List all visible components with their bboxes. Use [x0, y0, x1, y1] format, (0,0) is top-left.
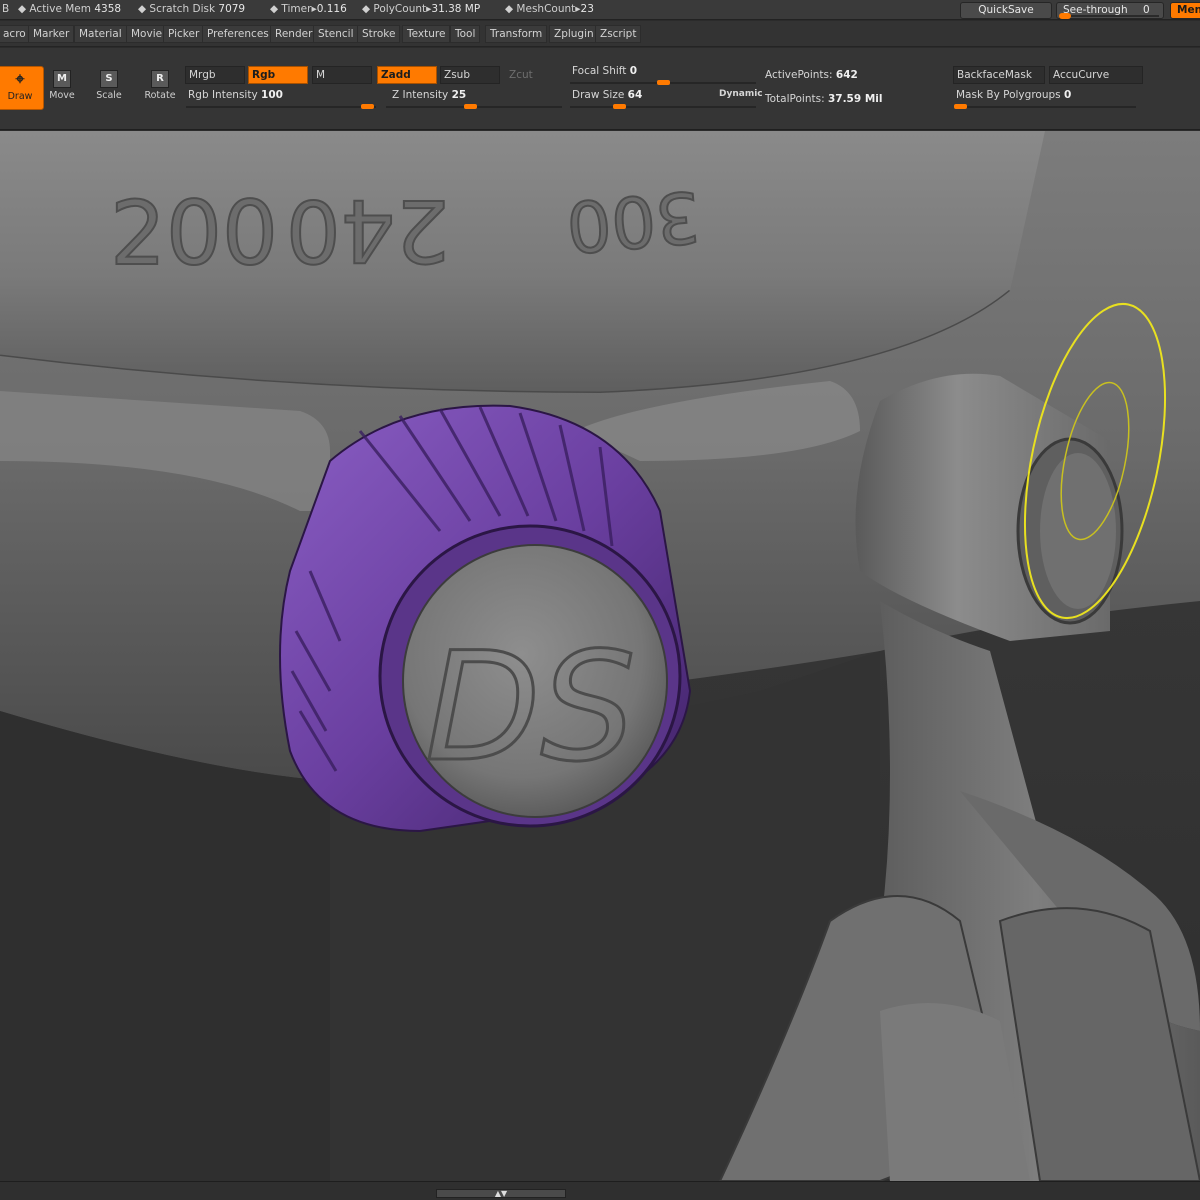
draw-label: Draw [7, 91, 33, 102]
scale-icon: S [100, 70, 118, 88]
menu-tool[interactable]: Tool [450, 25, 481, 43]
zsub-button[interactable]: Zsub [440, 66, 500, 84]
menu-stencil[interactable]: Stencil [313, 25, 359, 43]
move-icon: M [53, 70, 71, 88]
zadd-button[interactable]: Zadd [377, 66, 437, 84]
rotate-icon: R [151, 70, 169, 88]
status-b: B [2, 3, 10, 15]
menu-stroke[interactable]: Stroke [357, 25, 401, 43]
mrgb-button[interactable]: Mrgb [185, 66, 245, 84]
menu-movie[interactable]: Movie [126, 25, 168, 43]
menu-bar: acro Marker Material Movie Picker Prefer… [0, 21, 1200, 47]
draw-size-track[interactable] [570, 106, 756, 108]
menu-picker[interactable]: Picker [163, 25, 205, 43]
status-timer: ◆ Timer▸0.116 [270, 3, 347, 15]
bezel-number-240: 240 [286, 180, 450, 280]
menu-material[interactable]: Material [74, 25, 127, 43]
rotate-label: Rotate [144, 90, 176, 101]
mask-polygroups-track[interactable] [954, 106, 1136, 108]
move-label: Move [49, 90, 75, 101]
status-scratch-disk: ◆ Scratch Disk 7079 [138, 3, 246, 15]
bezel-number-300: 300 [563, 175, 703, 268]
z-intensity-label[interactable]: Z Intensity 25 [392, 89, 466, 101]
tool-shelf: ⌖ Draw M Move S Scale R Rotate Mrgb Rgb … [0, 48, 1200, 130]
m-button[interactable]: M [312, 66, 372, 84]
focal-shift-knob[interactable] [657, 80, 670, 85]
zcut-button[interactable]: Zcut [505, 66, 561, 84]
z-intensity-knob[interactable] [464, 104, 477, 109]
rgb-intensity-label[interactable]: Rgb Intensity 100 [188, 89, 283, 101]
scale-label: Scale [96, 90, 122, 101]
menu-marker[interactable]: Marker [28, 25, 75, 43]
status-polycount: ◆ PolyCount▸31.38 MP [362, 3, 481, 15]
see-through-track[interactable] [1059, 15, 1159, 17]
bottom-tray: ▲▼ [0, 1181, 1200, 1200]
menu-texture[interactable]: Texture [402, 25, 451, 43]
see-through-knob[interactable] [1059, 13, 1071, 19]
rgb-intensity-knob[interactable] [361, 104, 374, 109]
crown-logo: DS [425, 621, 636, 795]
status-meshcount: ◆ MeshCount▸23 [505, 3, 594, 15]
total-points-readout: TotalPoints: 37.59 Mil [765, 93, 883, 105]
menu-render[interactable]: Render [270, 25, 318, 43]
draw-size-knob[interactable] [613, 104, 626, 109]
draw-size-label[interactable]: Draw Size 64 [572, 89, 642, 101]
status-active-mem: ◆ Active Mem 4358 [18, 3, 122, 15]
menu-zplugin[interactable]: Zplugin [549, 25, 599, 43]
backface-mask-button[interactable]: BackfaceMask [953, 66, 1045, 84]
quicksave-button[interactable]: QuickSave [960, 2, 1052, 19]
status-bar: B ◆ Active Mem 4358 ◆ Scratch Disk 7079 … [0, 0, 1200, 20]
accucurve-button[interactable]: AccuCurve [1049, 66, 1143, 84]
move-tool-button[interactable]: M Move [38, 66, 86, 110]
menu-preferences[interactable]: Preferences [202, 25, 274, 43]
active-points-readout: ActivePoints: 642 [765, 69, 858, 81]
menu-transform[interactable]: Transform [485, 25, 548, 43]
draw-crosshair-icon: ⌖ [15, 69, 25, 88]
focal-shift-label[interactable]: Focal Shift 0 [572, 65, 637, 77]
rgb-button[interactable]: Rgb [248, 66, 308, 84]
canvas-viewport[interactable]: 200 240 300 DS [0, 131, 1200, 1181]
mask-by-polygroups-label[interactable]: Mask By Polygroups 0 [956, 89, 1071, 101]
menus-button[interactable]: Menus [1170, 2, 1200, 19]
tray-toggle-handle[interactable]: ▲▼ [436, 1189, 566, 1198]
menu-macro[interactable]: acro [0, 25, 31, 43]
see-through-slider[interactable]: See-through 0 [1056, 2, 1164, 19]
mask-polygroups-knob[interactable] [954, 104, 967, 109]
rotate-tool-button[interactable]: R Rotate [136, 66, 184, 110]
menu-zscript[interactable]: Zscript [595, 25, 642, 43]
bezel-number-200: 200 [110, 182, 278, 285]
sculpt-render: 200 240 300 DS [0, 131, 1200, 1181]
rgb-intensity-track[interactable] [186, 106, 376, 108]
dynamic-toggle[interactable]: Dynamic [719, 89, 763, 99]
scale-tool-button[interactable]: S Scale [85, 66, 133, 110]
